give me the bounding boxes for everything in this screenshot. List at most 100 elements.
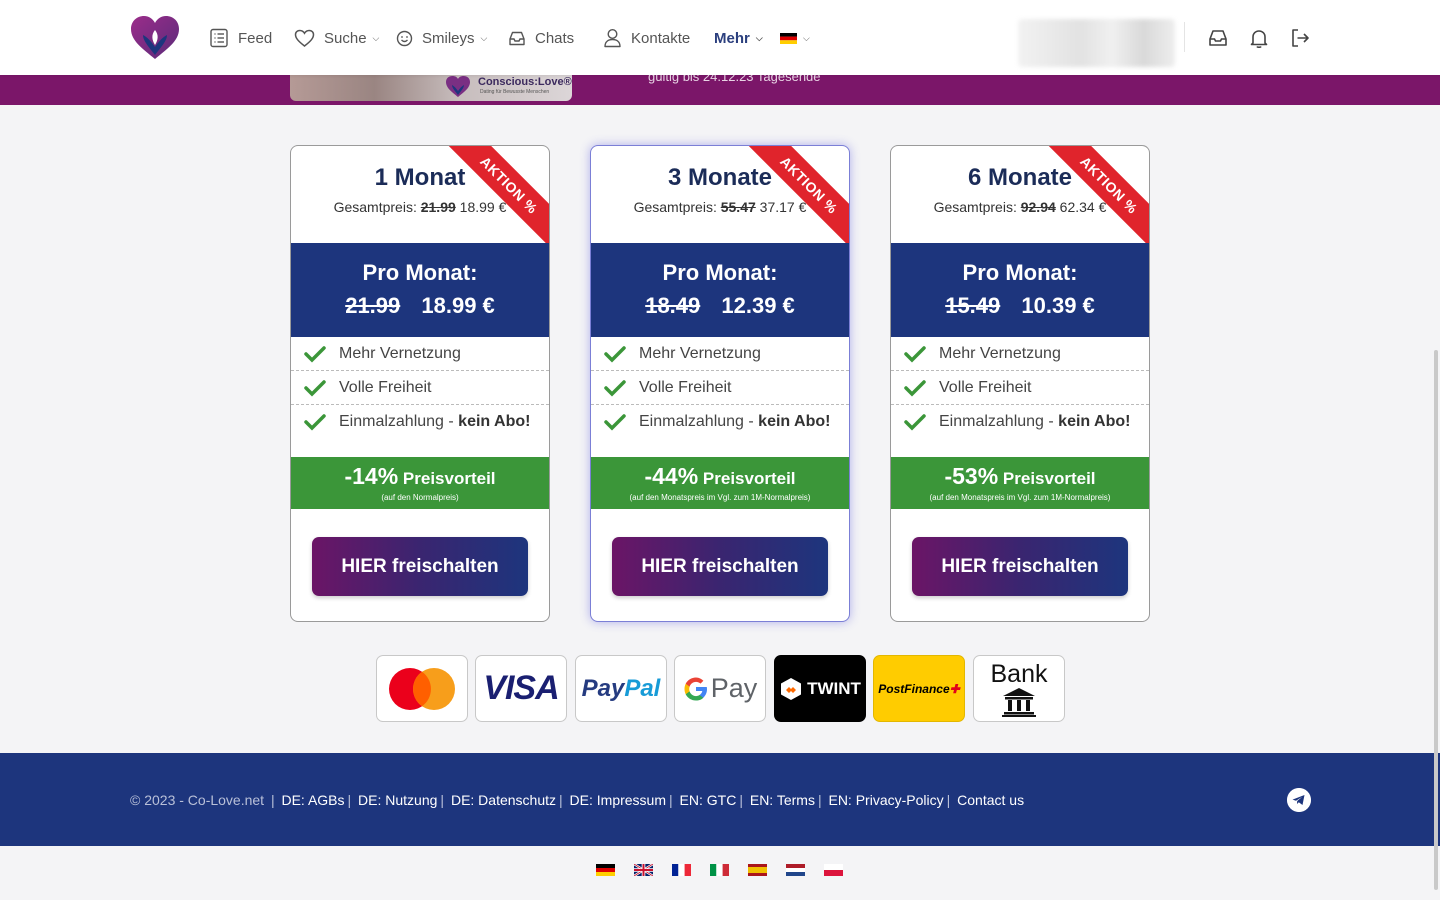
top-navigation: Feed Suche ⌵ Smileys ⌵ Chats Kontakte Me… bbox=[0, 0, 1440, 75]
footer-separator: | bbox=[559, 792, 563, 808]
footer-separator: | bbox=[267, 792, 279, 808]
bell-icon[interactable] bbox=[1248, 27, 1270, 49]
unlock-button[interactable]: HIER freischalten bbox=[612, 537, 828, 596]
nav-suche[interactable]: Suche ⌵ bbox=[294, 26, 379, 50]
feature-label: Volle Freiheit bbox=[339, 378, 432, 396]
banner-image: Conscious:Love® Dating für Bewusste Mens… bbox=[290, 75, 572, 101]
footer: © 2023 - Co-Love.net | DE: AGBs | DE: Nut… bbox=[0, 753, 1440, 846]
month-old-price: 21.99 bbox=[345, 293, 401, 318]
ribbon-label: AKTION % bbox=[1041, 146, 1149, 253]
page-scrollbar[interactable] bbox=[1434, 350, 1438, 890]
plan-card-1-month: 1 Monat Gesamtpreis: 21.99 18.99 € AKTIO… bbox=[290, 145, 550, 622]
feature-bold-label: kein Abo! bbox=[758, 413, 831, 430]
telegram-icon[interactable] bbox=[1287, 788, 1311, 812]
nav-chats-label: Chats bbox=[535, 29, 575, 47]
visa-logo: VISA bbox=[475, 655, 567, 722]
feature-item: Mehr Vernetzung bbox=[291, 337, 549, 371]
plan-header: 6 Monate Gesamtpreis: 92.94 62.34 € AKTI… bbox=[891, 146, 1149, 253]
discount-label: Preisvorteil bbox=[402, 469, 496, 488]
pl-flag-icon[interactable] bbox=[824, 864, 843, 876]
feature-item: Volle Freiheit bbox=[591, 371, 849, 405]
discount-label: Preisvorteil bbox=[702, 469, 796, 488]
user-avatar[interactable] bbox=[1018, 19, 1175, 67]
month-new-price: 10.39 € bbox=[1021, 293, 1095, 318]
fr-flag-icon[interactable] bbox=[672, 864, 691, 876]
chevron-down-icon: ⌵ bbox=[803, 32, 810, 43]
logout-icon[interactable] bbox=[1289, 27, 1311, 49]
nav-smileys[interactable]: Smileys ⌵ bbox=[396, 26, 487, 50]
plan-header: 3 Monate Gesamtpreis: 55.47 37.17 € AKTI… bbox=[591, 146, 849, 253]
smiley-icon bbox=[396, 30, 413, 46]
footer-link-gtc[interactable]: EN: GTC bbox=[680, 792, 737, 808]
mastercard-icon bbox=[389, 667, 455, 710]
it-flag-icon[interactable] bbox=[710, 864, 729, 876]
nav-feed-label: Feed bbox=[238, 29, 273, 47]
check-icon bbox=[904, 379, 926, 396]
check-icon bbox=[304, 414, 326, 431]
unlock-button[interactable]: HIER freischalten bbox=[912, 537, 1128, 596]
feature-item: Einmalzahlung - kein Abo! bbox=[591, 405, 849, 439]
footer-link-agbs[interactable]: DE: AGBs bbox=[281, 792, 344, 808]
footer-link-datenschutz[interactable]: DE: Datenschutz bbox=[451, 792, 556, 808]
footer-copyright: © 2023 - Co-Love.net bbox=[130, 792, 265, 808]
footer-link-impressum[interactable]: DE: Impressum bbox=[570, 792, 666, 808]
per-month-price-block: Pro Monat: 15.49 10.39 € bbox=[891, 243, 1149, 337]
footer-link-nutzung[interactable]: DE: Nutzung bbox=[358, 792, 437, 808]
unlock-button[interactable]: HIER freischalten bbox=[312, 537, 528, 596]
postfinance-text: PostFinance bbox=[878, 681, 950, 696]
check-icon bbox=[604, 345, 626, 362]
nav-suche-label: Suche bbox=[324, 29, 367, 47]
check-icon bbox=[304, 345, 326, 362]
banner-validity-text: gültig bis 24.12.23 Tagesende bbox=[648, 75, 821, 84]
footer-link-contact[interactable]: Contact us bbox=[957, 792, 1024, 808]
es-flag-icon[interactable] bbox=[748, 864, 767, 876]
paypal-pal: Pal bbox=[624, 674, 661, 702]
gpay-pay: Pay bbox=[710, 673, 758, 703]
inbox-icon[interactable] bbox=[1207, 27, 1229, 49]
per-month-price: 18.49 12.39 € bbox=[591, 293, 849, 319]
check-icon bbox=[604, 379, 626, 396]
nl-flag-icon[interactable] bbox=[786, 864, 805, 876]
feature-label: Einmalzahlung - bbox=[339, 413, 459, 430]
total-label: Gesamtpreis: bbox=[333, 199, 417, 215]
user-icon bbox=[604, 28, 621, 48]
promo-banner: Conscious:Love® Dating für Bewusste Mens… bbox=[0, 75, 1440, 105]
discount-label: Preisvorteil bbox=[1002, 469, 1096, 488]
discount-note: (auf den Monatspreis im Vgl. zum 1M-Norm… bbox=[929, 493, 1111, 502]
nav-feed[interactable]: Feed bbox=[209, 26, 272, 50]
footer-separator: | bbox=[669, 792, 673, 808]
discount-main: -14% Preisvorteil bbox=[291, 463, 549, 490]
footer-link-privacy-policy[interactable]: EN: Privacy-Policy bbox=[828, 792, 943, 808]
language-flags bbox=[596, 864, 843, 876]
de-flag-icon bbox=[780, 32, 797, 44]
chevron-down-icon: ⌵ bbox=[755, 32, 763, 43]
aktion-ribbon: AKTION % bbox=[439, 146, 549, 256]
footer-link-terms[interactable]: EN: Terms bbox=[750, 792, 815, 808]
month-old-price: 18.49 bbox=[645, 293, 701, 318]
heart-logo-icon[interactable] bbox=[129, 15, 181, 61]
feature-label: Einmalzahlung - bbox=[639, 413, 759, 430]
twint-text: TWINT bbox=[807, 678, 861, 698]
de-flag-icon[interactable] bbox=[596, 864, 615, 876]
footer-links: © 2023 - Co-Love.net | DE: AGBs | DE: Nut… bbox=[130, 792, 1024, 808]
nav-chats[interactable]: Chats bbox=[508, 26, 574, 50]
feature-list: Mehr Vernetzung Volle Freiheit Einmalzah… bbox=[591, 337, 849, 439]
feature-label: Volle Freiheit bbox=[639, 378, 732, 396]
twint-icon bbox=[781, 677, 802, 700]
feature-bold-label: kein Abo! bbox=[458, 413, 531, 430]
discount-percent: -44% bbox=[644, 463, 699, 489]
footer-separator: | bbox=[347, 792, 352, 808]
nav-mehr[interactable]: Mehr ⌵ bbox=[714, 26, 763, 50]
nav-mehr-label: Mehr bbox=[714, 29, 750, 47]
total-label: Gesamtpreis: bbox=[933, 199, 1017, 215]
footer-separator: | bbox=[440, 792, 445, 808]
uk-flag-icon[interactable] bbox=[634, 864, 653, 876]
check-icon bbox=[904, 345, 926, 362]
nav-kontakte[interactable]: Kontakte bbox=[603, 26, 690, 50]
nav-smileys-label: Smileys bbox=[422, 29, 475, 47]
chevron-down-icon: ⌵ bbox=[480, 32, 488, 43]
plan-header: 1 Monat Gesamtpreis: 21.99 18.99 € AKTIO… bbox=[291, 146, 549, 253]
language-dropdown[interactable]: ⌵ bbox=[780, 26, 810, 50]
feature-item: Volle Freiheit bbox=[291, 371, 549, 405]
feed-icon bbox=[210, 28, 228, 48]
